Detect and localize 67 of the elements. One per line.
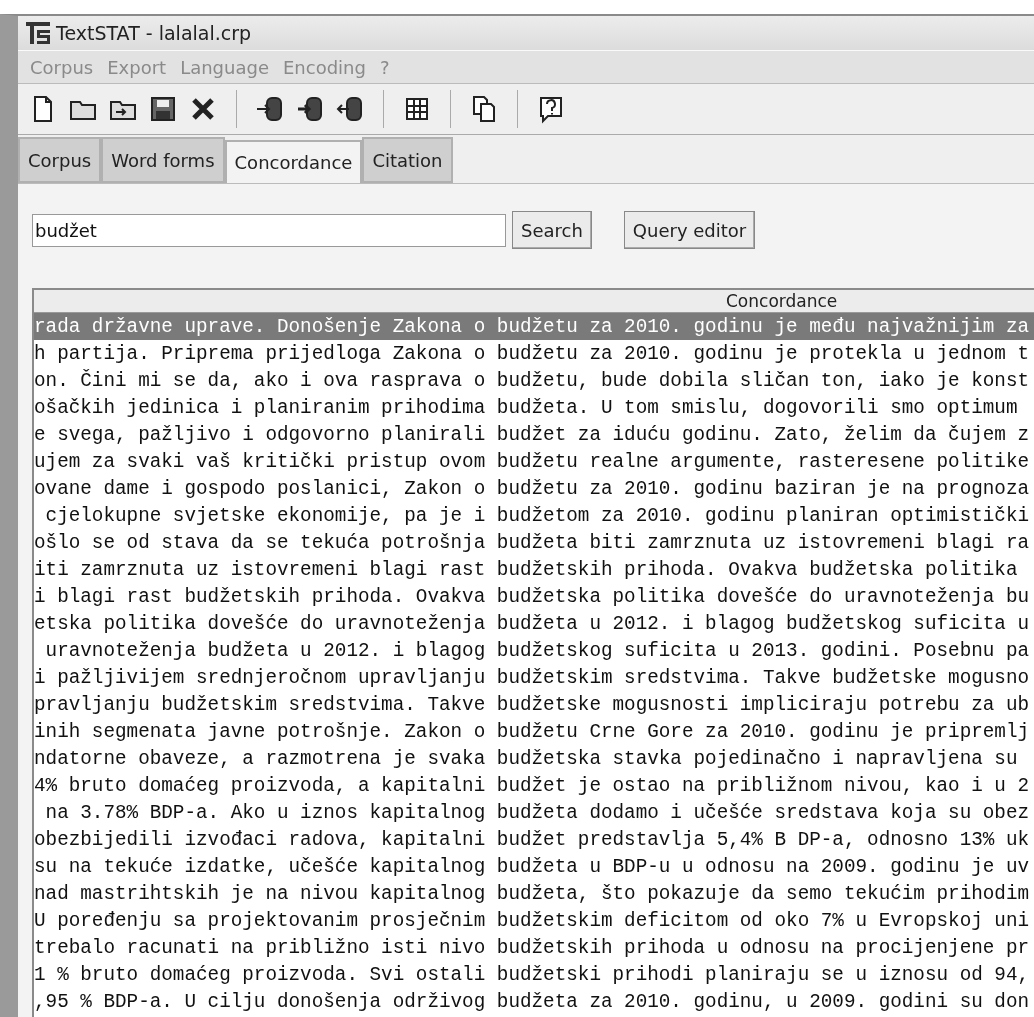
tab[interactable]: Citation xyxy=(362,137,453,183)
right-context: budžetskog suficita u 2013. godini. Posebnu pa xyxy=(496,639,1030,662)
left-context: 4% bruto domaćeg proizvoda, a kapitalni xyxy=(34,774,486,797)
search-field[interactable]: budžet xyxy=(32,213,506,247)
left-context: ošačkih jedinica i planiranim prihodima xyxy=(34,396,486,419)
right-context: budžetska politika dovešće do uravnoteženja bu xyxy=(496,585,1030,608)
left-context: cjelokupne svjetske ekonomije, pa je i xyxy=(44,504,486,527)
right-context: budžetu, bude dobila sličan ton, iako je konst xyxy=(496,369,1030,392)
concordance-row[interactable]: rada državne uprave. Donošenje Zakona o budžetu za 2010. godinu je među najvažnijim za xyxy=(34,313,1034,340)
left-context: i pažljivijem srednjeročnom upravljanju xyxy=(34,666,486,689)
left-context: 1 % bruto domaćeg proizvoda. Svi ostali xyxy=(34,963,486,986)
left-context: pravljanju budžetskim sredstvima. Takve xyxy=(34,693,486,716)
tab[interactable]: Word forms xyxy=(101,137,225,183)
right-context: budžet za iduću godinu. Zato, želim da čujem z xyxy=(496,423,1030,446)
left-context: e svega, pažljivo i odgovorno planirali xyxy=(34,423,486,446)
left-context: nad mastrihtskih je na nivou kapitalnog xyxy=(34,882,486,905)
left-context: U poređenju sa projektovanim prosječnim xyxy=(34,909,486,932)
right-context: budžeta dodamo i učešće sredstava koja su obez xyxy=(496,801,1030,824)
left-context: h partija. Priprema prijedloga Zakona o xyxy=(34,342,486,365)
left-context: etska politika dovešće do uravnoteženja xyxy=(34,612,486,635)
right-context: budžetske mogusnosti impliciraju potrebu za ub xyxy=(496,693,1030,716)
left-context: inih segmenata javne potrošnje. Zakon o xyxy=(34,720,486,743)
left-context: iti zamrznuta uz istovremeni blagi rast xyxy=(34,558,486,581)
right-context: budžetski prihodi planiraju se u iznosu od 94, xyxy=(496,963,1030,986)
right-context: budžet je ostao na približnom nivou, kao i u 2 xyxy=(496,774,1030,797)
save-icon xyxy=(148,94,178,124)
left-context: na 3.78% BDP-a. Ako u iznos kapitalnog xyxy=(44,801,486,824)
right-context: budžetu Crne Gore za 2010. godinu je pripremlj xyxy=(496,720,1030,743)
left-context: uravnoteženja budžeta u 2012. i blagog xyxy=(44,639,486,662)
right-context: budžeta. U tom smislu, dogovorili smo optimum xyxy=(496,396,1018,419)
app-logo-icon xyxy=(26,22,50,44)
right-context: budžetska stavka pojedinačno i napravljena su xyxy=(496,747,1018,770)
database-arrow-icon xyxy=(255,94,285,124)
search-button[interactable]: Search xyxy=(512,211,592,249)
database-arrow-icon xyxy=(335,94,365,124)
right-context: budžeta, što pokazuje da semo tekućim prihodim xyxy=(496,882,1030,905)
left-context: rada državne uprave. Donošenje Zakona o xyxy=(34,315,486,338)
window-title: TextSTAT - lalalal.crp xyxy=(56,22,252,44)
left-context: su na tekuće izdatke, učešće kapitalnog xyxy=(34,855,486,878)
left-context: ošlo se od stava da se tekuća potrošnja xyxy=(34,531,486,554)
right-context: budžetu za 2010. godinu je protekla u jednom t xyxy=(496,342,1030,365)
right-context: budžet predstavlja 5,4% B DP-a, odnosno 13% uk xyxy=(496,828,1030,851)
left-context: ndatorne obaveze, a razmotrena je svaka xyxy=(34,747,486,770)
right-context: budžetskim deficitom od oko 7% u Evropskoj uni xyxy=(496,909,1030,932)
left-context: obezbijedili izvođaci radova, kapitalni xyxy=(34,828,486,851)
right-context: budžeta u BDP-u u odnosu na 2009. godinu je uv xyxy=(496,855,1030,878)
right-context: budžetu za 2010. godinu baziran je na prognoza xyxy=(496,477,1030,500)
left-context: ovane dame i gospodo poslanici, Zakon o xyxy=(34,477,486,500)
right-context: budžetskih prihoda u odnosu na procijenjene pr xyxy=(496,936,1030,959)
left-context: on. Čini mi se da, ako i ova rasprava o xyxy=(34,369,486,392)
left-context: ,95 % BDP-a. U cilju donošenja održivog xyxy=(34,990,486,1013)
left-context: trebalo racunati na približno isti nivo xyxy=(34,936,486,959)
database-arrow-icon xyxy=(295,94,325,124)
right-context: budžetu realne argumente, rasteresene politike xyxy=(496,450,1030,473)
right-context: budžetskih prihoda. Ovakva budžetska politika xyxy=(496,558,1018,581)
tab[interactable]: Concordance xyxy=(224,140,363,183)
right-context: budžeta biti zamrznuta uz istovremeni blagi ra xyxy=(496,531,1030,554)
query-editor-button[interactable]: Query editor xyxy=(623,211,756,249)
right-context: budžetu za 2010. godinu je među najvažnijim za xyxy=(496,315,1030,338)
right-context: budžeta za 2010. godinu, u 2009. godini su don xyxy=(496,990,1030,1013)
right-context: budžetom za 2010. godinu planiran optimistički xyxy=(496,504,1030,527)
column-title: Concordance xyxy=(726,291,838,311)
left-context: i blagi rast budžetskih prihoda. Ovakva xyxy=(34,585,486,608)
right-context: budžeta u 2012. i blagog budžetskog suficita u xyxy=(496,612,1030,635)
right-context: budžetskim sredstvima. Takve budžetske mogusno xyxy=(496,666,1030,689)
tab[interactable]: Corpus xyxy=(18,137,102,183)
left-context: ujem za svaki vaš kritički pristup ovom xyxy=(34,450,486,473)
